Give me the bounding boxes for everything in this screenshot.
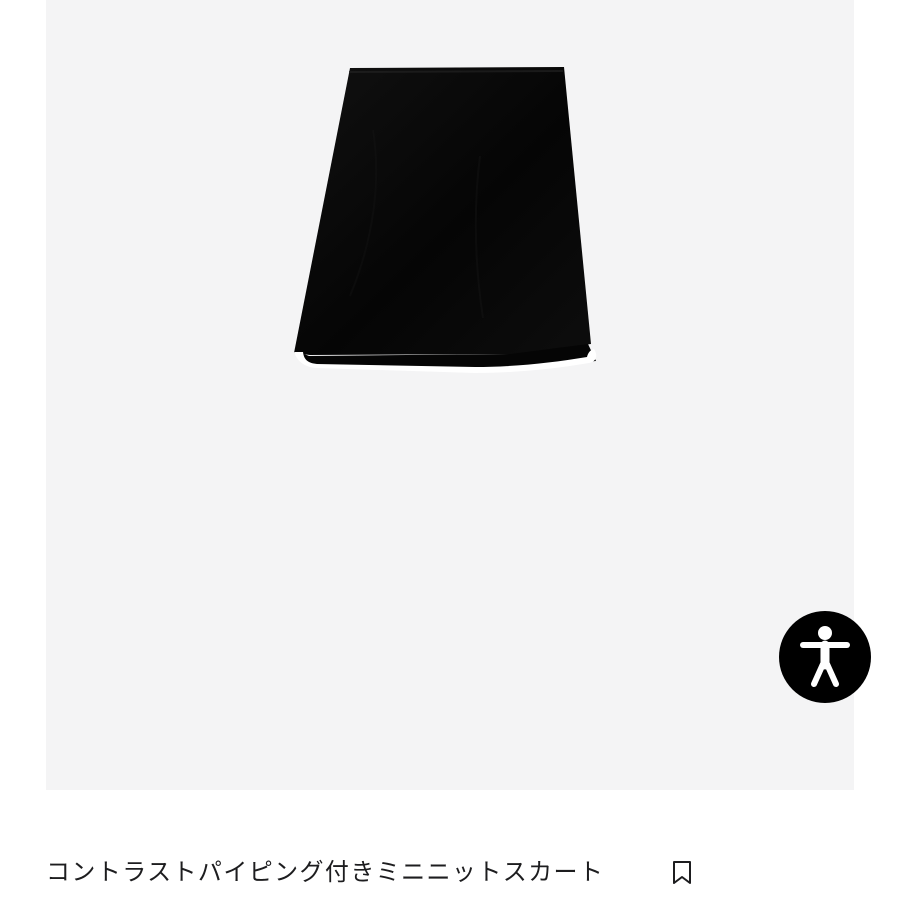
product-page: コントラストパイピング付きミニニットスカート [0, 0, 900, 900]
bookmark-button[interactable] [668, 859, 696, 889]
product-skirt-image[interactable] [251, 60, 661, 390]
product-image-area[interactable] [46, 0, 854, 790]
product-title[interactable]: コントラストパイピング付きミニニットスカート [46, 858, 604, 886]
accessibility-button[interactable] [779, 611, 871, 703]
bookmark-icon [671, 860, 693, 889]
accessibility-person-icon [800, 626, 850, 688]
product-info-row: コントラストパイピング付きミニニットスカート [46, 848, 854, 898]
